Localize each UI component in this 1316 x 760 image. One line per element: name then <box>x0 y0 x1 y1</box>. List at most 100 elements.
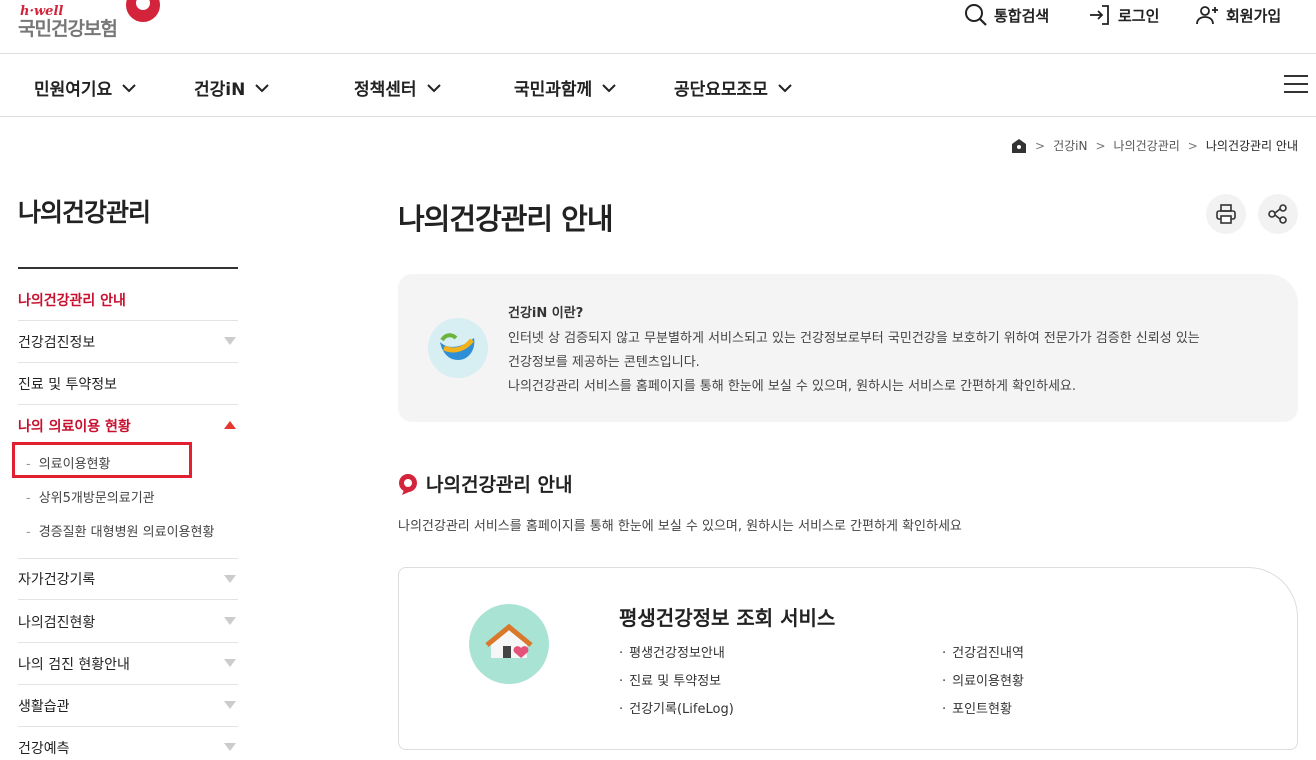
join-button[interactable]: 회원가입 <box>1196 3 1281 27</box>
breadcrumb: > 건강iN > 나의건강관리 > 나의건강관리 안내 <box>1011 137 1298 154</box>
card-link[interactable]: · 건강기록(LifeLog) <box>619 698 734 717</box>
gnb-label: 정책센터 <box>354 80 417 100</box>
sidebar-item-label: 나의 의료이용 현황 <box>18 419 131 435</box>
chevron-down-icon <box>426 83 441 92</box>
sidebar-divider <box>18 267 238 269</box>
share-button[interactable] <box>1258 194 1298 234</box>
bullet: · <box>942 674 947 689</box>
info-text: 건강정보를 제공하는 콘텐츠입니다. <box>508 355 700 370</box>
card-link-label: 건강기록(LifeLog) <box>629 702 734 717</box>
highlight-box <box>12 442 192 478</box>
site-header: h·well 국민건강보험 통합검색 로그인 회원가입 <box>0 0 1316 54</box>
bullet: · <box>942 646 947 661</box>
house-heart-icon <box>469 604 549 684</box>
page-title: 나의건강관리 안내 <box>398 202 614 236</box>
logo-main-text: 국민건강보험 <box>18 18 118 40</box>
sidebar-subitem-top5[interactable]: - 상위5개방문의료기관 <box>26 487 155 506</box>
user-add-icon <box>1196 6 1218 25</box>
login-button[interactable]: 로그인 <box>1088 3 1159 27</box>
gnb-item-about[interactable]: 공단요모조모 <box>674 75 792 100</box>
sub-dash: - <box>26 491 31 506</box>
card-link[interactable]: · 평생건강정보안내 <box>619 642 725 661</box>
sub-dash: - <box>26 525 31 540</box>
card-link[interactable]: · 의료이용현황 <box>942 670 1024 689</box>
login-icon <box>1090 5 1109 25</box>
login-label: 로그인 <box>1118 6 1160 25</box>
sidebar-subitem-large-hospital[interactable]: - 경증질환 대형병원 의료이용현황 <box>26 521 214 540</box>
global-navigation: 민원여기요 건강iN 정책센터 국민과함께 공단요모조모 <box>0 55 1316 117</box>
sidebar-subitem-label: 상위5개방문의료기관 <box>38 491 155 506</box>
bullet: · <box>619 702 624 717</box>
section-description: 나의건강관리 서비스를 홈페이지를 통해 한눈에 보실 수 있으며, 원하시는 … <box>398 519 962 534</box>
search-icon <box>965 4 987 26</box>
sidebar-item-label: 생활습관 <box>18 698 70 715</box>
caret-down-icon <box>224 575 236 583</box>
card-link[interactable]: · 진료 및 투약정보 <box>619 670 721 689</box>
caret-up-icon <box>224 421 236 429</box>
info-heading: 건강iN 이란? <box>508 306 584 321</box>
sidebar-item-my-checkup[interactable]: 나의검진현황 <box>18 601 238 643</box>
sidebar-item-label: 건강예측 <box>18 741 70 757</box>
sidebar-subitem-label: 경증질환 대형병원 의료이용현황 <box>38 525 215 540</box>
sidebar-item-medical-usage[interactable]: 나의 의료이용 현황 <box>18 405 238 447</box>
card-link-label: 평생건강정보안내 <box>629 646 725 661</box>
bullet: · <box>619 646 624 661</box>
card-link-label: 진료 및 투약정보 <box>629 674 722 689</box>
bullet: · <box>942 702 947 717</box>
gnb-item-civil[interactable]: 민원여기요 <box>34 75 136 100</box>
sidebar-item-label: 나의 검진 현황안내 <box>18 656 130 673</box>
sidebar-item-treatment[interactable]: 진료 및 투약정보 <box>18 363 238 405</box>
menu-icon[interactable] <box>1284 75 1308 95</box>
gnb-label: 민원여기요 <box>34 80 113 100</box>
health-in-logo-icon <box>428 318 488 378</box>
join-label: 회원가입 <box>1226 6 1282 25</box>
card-link-label: 포인트현황 <box>952 702 1012 717</box>
bullet: · <box>619 674 624 689</box>
sidebar-item-label: 자가건강기록 <box>18 572 96 588</box>
card-title: 평생건강정보 조회 서비스 <box>619 606 836 630</box>
caret-down-icon <box>224 659 236 667</box>
chevron-down-icon <box>778 83 792 92</box>
breadcrumb-item[interactable]: 건강iN <box>1053 137 1087 154</box>
sidebar-item-self-record[interactable]: 자가건강기록 <box>18 558 238 600</box>
info-text: 나의건강관리 서비스를 홈페이지를 통해 한눈에 보실 수 있으며, 원하시는 … <box>508 379 1077 394</box>
chevron-down-icon <box>602 83 616 92</box>
breadcrumb-separator: > <box>1035 138 1046 153</box>
sidebar-item-checkup-guide[interactable]: 나의 검진 현황안내 <box>18 643 238 685</box>
section-title: 나의건강관리 안내 <box>398 470 572 497</box>
gnb-item-together[interactable]: 국민과함께 <box>514 75 616 100</box>
breadcrumb-separator: > <box>1095 138 1106 153</box>
card-link[interactable]: · 건강검진내역 <box>942 642 1024 661</box>
print-button[interactable] <box>1206 194 1246 234</box>
logo-mark-icon <box>126 0 160 22</box>
service-card: 평생건강정보 조회 서비스 · 평생건강정보안내 · 진료 및 투약정보 · 건강기록… <box>398 567 1298 750</box>
sidebar-item-lifestyle[interactable]: 생활습관 <box>18 685 238 727</box>
caret-down-icon <box>224 617 236 625</box>
breadcrumb-current: 나의건강관리 안내 <box>1205 139 1298 153</box>
sidebar-item-label: 나의검진현황 <box>18 614 96 631</box>
info-text: 인터넷 상 검증되지 않고 무분별하게 서비스되고 있는 건강정보로부터 국민건… <box>508 331 1200 346</box>
print-icon <box>1216 204 1236 224</box>
sidebar-item-checkup-info[interactable]: 건강검진정보 <box>18 321 238 363</box>
share-icon <box>1268 204 1287 224</box>
gnb-item-health-in[interactable]: 건강iN <box>194 75 270 100</box>
sidebar-item-guide[interactable]: 나의건강관리 안내 <box>18 279 238 321</box>
integrated-search-button[interactable]: 통합검색 <box>964 3 1049 27</box>
breadcrumb-separator: > <box>1187 138 1198 153</box>
search-label: 통합검색 <box>994 6 1050 25</box>
sidebar-item-prediction[interactable]: 건강예측 <box>18 727 238 760</box>
chevron-down-icon <box>122 83 136 92</box>
gnb-item-policy[interactable]: 정책센터 <box>354 75 441 100</box>
card-link[interactable]: · 포인트현황 <box>942 698 1012 717</box>
caret-down-icon <box>224 701 236 709</box>
gnb-label: 건강iN <box>194 80 246 100</box>
sidebar-item-label: 진료 및 투약정보 <box>18 376 118 393</box>
gnb-label: 국민과함께 <box>514 80 593 100</box>
chevron-down-icon <box>255 83 270 92</box>
gnb-label: 공단요모조모 <box>674 80 768 100</box>
breadcrumb-item[interactable]: 나의건강관리 <box>1114 137 1180 154</box>
home-icon[interactable] <box>1011 138 1027 154</box>
card-link-label: 건강검진내역 <box>952 646 1024 661</box>
info-box: 건강iN 이란? 인터넷 상 검증되지 않고 무분별하게 서비스되고 있는 건강… <box>398 274 1298 422</box>
sidebar-title: 나의건강관리 <box>18 198 151 227</box>
